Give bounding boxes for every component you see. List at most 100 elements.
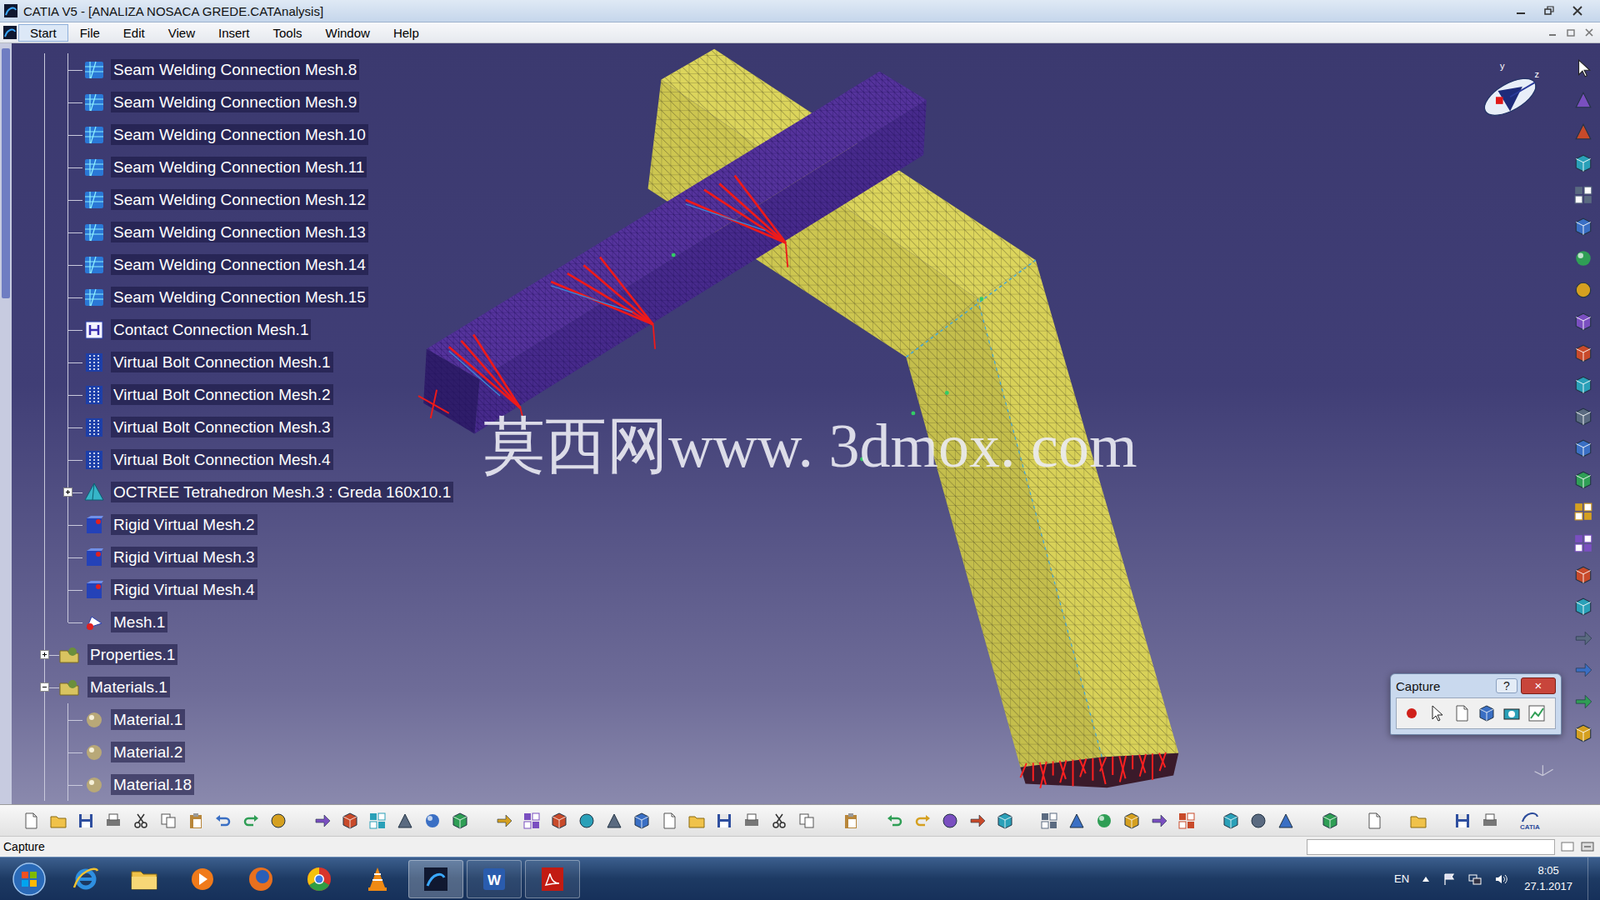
taskbar-app[interactable] (233, 860, 289, 899)
toolbar-button[interactable] (16, 811, 45, 830)
tree-label[interactable]: Virtual Bolt Connection Mesh.2 (110, 384, 334, 406)
tool-icon[interactable] (1573, 691, 1594, 712)
tree-label[interactable]: Seam Welding Connection Mesh.11 (110, 156, 367, 179)
flag-icon[interactable] (1442, 872, 1456, 886)
tree-item[interactable]: Properties.1 (33, 638, 454, 671)
taskbar-app[interactable] (525, 860, 580, 899)
toolbar-button[interactable] (1244, 811, 1272, 830)
taskbar-app[interactable] (116, 860, 172, 899)
toolbar-button[interactable] (1035, 811, 1063, 830)
menu-item[interactable]: Start (18, 24, 69, 42)
show-hidden-icon[interactable] (1420, 875, 1431, 884)
tree-item[interactable]: Rigid Virtual Mesh.3 (33, 540, 454, 574)
tree-item[interactable]: Rigid Virtual Mesh.2 (33, 508, 454, 541)
clock[interactable]: 8:0527.1.2017 (1520, 863, 1576, 894)
toolbar-button[interactable] (99, 811, 127, 830)
menu-item[interactable]: View (156, 24, 207, 42)
toolbar-button[interactable] (154, 811, 182, 830)
tree-label[interactable]: Seam Welding Connection Mesh.15 (110, 286, 369, 309)
tool-icon[interactable] (1573, 248, 1594, 269)
taskbar-app[interactable]: W (466, 860, 522, 899)
toolbar-button[interactable] (181, 811, 210, 830)
tree-label[interactable]: Rigid Virtual Mesh.4 (110, 579, 258, 601)
tree-label[interactable]: Virtual Bolt Connection Mesh.4 (110, 449, 334, 471)
toolbar-button[interactable] (1117, 811, 1145, 830)
tool-icon[interactable] (1573, 121, 1594, 142)
tree-item[interactable]: Materials.1 (33, 670, 454, 704)
menu-item[interactable]: Tools (260, 24, 314, 42)
tree-label[interactable]: Contact Connection Mesh.1 (110, 319, 311, 341)
toolbar-button[interactable] (490, 811, 518, 830)
tree-item[interactable]: OCTREE Tetrahedron Mesh.3 : Greda 160x10… (33, 475, 454, 509)
tree-label[interactable]: Rigid Virtual Mesh.3 (110, 546, 258, 569)
menu-item[interactable]: Help (381, 24, 431, 42)
tree-label[interactable]: Material.1 (110, 709, 185, 731)
close-icon[interactable] (1583, 27, 1595, 38)
scroll-thumb[interactable] (1, 48, 10, 299)
capture-button[interactable] (1450, 702, 1473, 725)
tool-icon[interactable] (1573, 311, 1594, 332)
toolbar-button[interactable] (1090, 811, 1118, 830)
tree-item[interactable]: Virtual Bolt Connection Mesh.2 (33, 378, 454, 411)
tree-label[interactable]: Materials.1 (87, 676, 170, 699)
tree-item[interactable]: Rigid Virtual Mesh.4 (33, 573, 454, 606)
catia-logo-icon[interactable] (1, 25, 19, 40)
taskbar-app[interactable] (291, 860, 347, 899)
speaker-icon[interactable] (1494, 872, 1510, 886)
tree-label[interactable]: Material.2 (110, 741, 185, 764)
close-button[interactable] (1565, 2, 1590, 20)
menu-item[interactable]: Edit (111, 24, 157, 42)
command-field[interactable] (1306, 839, 1555, 855)
tool-icon[interactable] (1573, 406, 1594, 427)
toolbar-button[interactable] (963, 811, 991, 830)
toolbar-button[interactable] (1404, 811, 1432, 830)
tree-item[interactable]: Material.2 (33, 735, 454, 769)
tool-icon[interactable] (1573, 280, 1594, 300)
tree-label[interactable]: Material.18 (110, 774, 195, 796)
toolbar-button[interactable] (765, 811, 793, 830)
tool-icon[interactable] (1573, 533, 1594, 554)
capture-button[interactable] (1500, 702, 1523, 725)
menu-item[interactable]: Window (314, 24, 382, 42)
toolbar-button[interactable] (737, 811, 765, 830)
toolbar-button[interactable] (655, 811, 683, 830)
toolbar-button[interactable] (600, 811, 628, 830)
tree-item[interactable]: Seam Welding Connection Mesh.13 (33, 215, 454, 249)
menu-item[interactable]: Insert (206, 24, 262, 42)
tree-label[interactable]: Seam Welding Connection Mesh.14 (110, 254, 369, 276)
tree-label[interactable]: Seam Welding Connection Mesh.13 (110, 221, 369, 244)
capture-button[interactable] (1400, 702, 1423, 725)
expand-toggle[interactable] (40, 682, 50, 692)
scrollbar[interactable] (0, 43, 12, 805)
toolbar-button[interactable] (264, 811, 292, 830)
tree-item[interactable]: Seam Welding Connection Mesh.11 (33, 150, 454, 184)
tree-label[interactable]: Virtual Bolt Connection Mesh.3 (110, 416, 334, 439)
tool-icon[interactable] (1573, 375, 1594, 395)
minimize-button[interactable] (1508, 2, 1534, 20)
capture-button[interactable] (1425, 702, 1448, 725)
tool-icon[interactable] (1573, 501, 1594, 522)
tree-item[interactable]: Mesh.1 (33, 605, 454, 639)
help-button[interactable]: ? (1495, 678, 1518, 694)
tool-icon[interactable] (1573, 438, 1594, 459)
toolbar-button[interactable] (71, 811, 100, 830)
taskbar-app[interactable] (175, 860, 230, 899)
power-input-icon[interactable] (1580, 840, 1595, 854)
tool-icon[interactable] (1573, 565, 1594, 585)
network-icon[interactable] (1467, 872, 1483, 886)
restore-icon[interactable] (1565, 27, 1577, 38)
tree-item[interactable]: Seam Welding Connection Mesh.14 (33, 248, 454, 281)
show-desktop-button[interactable] (1587, 857, 1600, 900)
toolbar-button[interactable] (935, 811, 964, 830)
tree-item[interactable]: Virtual Bolt Connection Mesh.3 (33, 410, 454, 444)
tree-label[interactable]: Seam Welding Connection Mesh.9 (110, 91, 360, 114)
tree-label[interactable]: Properties.1 (87, 644, 178, 666)
restore-button[interactable] (1536, 2, 1562, 20)
tree-item[interactable]: Material.1 (33, 703, 454, 736)
tree-item[interactable]: Material.18 (33, 768, 454, 801)
menu-item[interactable]: File (68, 24, 112, 42)
tree-item[interactable]: Virtual Bolt Connection Mesh.1 (33, 345, 454, 379)
capture-button[interactable] (1525, 702, 1548, 725)
tool-icon[interactable] (1573, 216, 1594, 237)
tree-item[interactable]: Seam Welding Connection Mesh.15 (33, 280, 454, 314)
